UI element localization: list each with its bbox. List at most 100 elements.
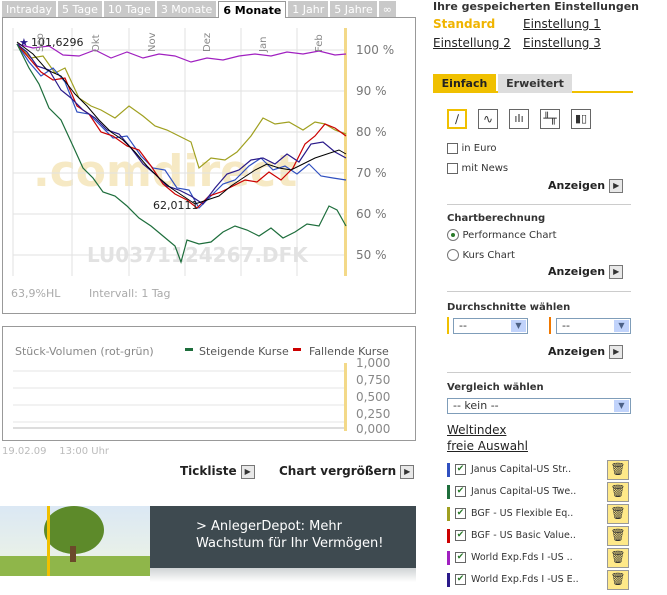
play-icon: ▶ bbox=[609, 265, 624, 279]
in-euro-option[interactable]: in Euro bbox=[447, 141, 496, 154]
trash-icon[interactable]: 🗑 bbox=[607, 548, 629, 568]
tree-trunk bbox=[70, 546, 76, 562]
month-label: Okt bbox=[91, 34, 102, 52]
month-label: Feb bbox=[314, 34, 325, 52]
performance-label: Performance Chart bbox=[462, 230, 557, 241]
y-tick-label: 80 % bbox=[356, 125, 387, 139]
volume-chart: Stück-Volumen (rot-grün) Steigende Kurse… bbox=[13, 345, 390, 436]
line-chart-icon[interactable]: ∕ bbox=[447, 109, 467, 129]
freie-auswahl-link[interactable]: freie Auswahl bbox=[447, 439, 528, 453]
month-label: Nov bbox=[147, 32, 158, 52]
chart-enlarge-label: Chart vergrößern bbox=[279, 464, 397, 478]
mode-tabs: Einfach Erweitert bbox=[433, 74, 633, 93]
series-checkbox[interactable]: ✔ bbox=[455, 574, 466, 585]
volume-tick-label: 0,000 bbox=[356, 422, 390, 436]
radio-icon[interactable] bbox=[447, 249, 459, 261]
performance-chart-option[interactable]: Performance Chart bbox=[447, 228, 557, 241]
comparison-item: ✔ Janus Capital-US Str.. 🗑 bbox=[447, 459, 633, 481]
anzeigen-button-3[interactable]: Anzeigen ▶ bbox=[548, 345, 624, 359]
average-1-select[interactable]: -- ▼ bbox=[453, 318, 528, 334]
month-label: Dez bbox=[202, 33, 213, 52]
volume-end-marker bbox=[344, 363, 347, 431]
tickliste-label: Tickliste bbox=[180, 464, 237, 478]
kurs-chart-option[interactable]: Kurs Chart bbox=[447, 248, 515, 261]
series-color-swatch bbox=[447, 507, 450, 521]
series-label: Janus Capital-US Str.. bbox=[471, 464, 572, 475]
average-1-value: -- bbox=[459, 319, 467, 332]
setting-standard[interactable]: Standard bbox=[433, 17, 495, 31]
series-label: Janus Capital-US Twe.. bbox=[471, 486, 577, 497]
ohlc-chart-icon[interactable]: ╨╥ bbox=[540, 109, 560, 129]
anzeigen-button-1[interactable]: Anzeigen ▶ bbox=[548, 179, 624, 193]
tab-5[interactable]: 1 Jahr bbox=[288, 1, 329, 17]
tab-2[interactable]: 10 Tage bbox=[103, 1, 155, 17]
play-icon: ▶ bbox=[240, 465, 255, 479]
settings-panel: Ihre gespeicherten Einstellungen Standar… bbox=[433, 0, 663, 53]
volume-tick-label: 0,250 bbox=[356, 407, 390, 421]
setting-2-link[interactable]: Einstellung 2 bbox=[433, 36, 511, 50]
average-1-swatch bbox=[447, 317, 449, 334]
tab-1[interactable]: 5 Tage bbox=[58, 1, 102, 17]
series-color-swatch bbox=[447, 485, 450, 499]
radio-selected-icon[interactable] bbox=[447, 229, 459, 241]
banner-reflection bbox=[150, 568, 416, 582]
vergleich-select[interactable]: -- kein -- ▼ bbox=[447, 398, 631, 414]
trash-icon[interactable]: 🗑 bbox=[607, 526, 629, 546]
trash-icon[interactable]: 🗑 bbox=[607, 504, 629, 524]
hl-label: 63,9%HL bbox=[11, 287, 61, 300]
trash-icon[interactable]: 🗑 bbox=[607, 482, 629, 502]
comparison-item: ✔ World Exp.Fds I -US E.. 🗑 bbox=[447, 569, 633, 591]
tab-0[interactable]: Intraday bbox=[2, 1, 57, 17]
tab-einfach[interactable]: Einfach bbox=[433, 74, 496, 93]
anlegerdepot-banner[interactable]: > AnlegerDepot: Mehr Wachstum für Ihr Ve… bbox=[0, 506, 416, 586]
chartberechnung-title: Chartberechnung bbox=[447, 213, 546, 224]
tab-erweitert[interactable]: Erweitert bbox=[498, 74, 572, 93]
setting-1-link[interactable]: Einstellung 1 bbox=[523, 17, 601, 31]
price-chart: .comdirect LU0371124267.DFK ★ 101,6296 6… bbox=[11, 28, 394, 300]
vergleich-title: Vergleich wählen bbox=[447, 382, 544, 393]
tab-4[interactable]: 6 Monate bbox=[218, 1, 287, 18]
average-2-select[interactable]: -- ▼ bbox=[556, 318, 631, 334]
anzeigen-button-2[interactable]: Anzeigen ▶ bbox=[548, 265, 624, 279]
series-checkbox[interactable]: ✔ bbox=[455, 552, 466, 563]
series-checkbox[interactable]: ✔ bbox=[455, 508, 466, 519]
volume-tick-label: 0,500 bbox=[356, 390, 390, 404]
mit-news-option[interactable]: mit News bbox=[447, 161, 508, 174]
trash-icon[interactable]: 🗑 bbox=[607, 460, 629, 480]
tickliste-button[interactable]: Tickliste ▶ bbox=[180, 464, 255, 479]
line-dots-chart-icon[interactable]: ∿ bbox=[478, 109, 498, 129]
tab-7[interactable]: ∞ bbox=[378, 1, 396, 17]
weltindex-link[interactable]: Weltindex bbox=[447, 423, 506, 437]
trash-icon[interactable]: 🗑 bbox=[607, 570, 629, 590]
y-tick-label: 60 % bbox=[356, 207, 387, 221]
series-checkbox[interactable]: ✔ bbox=[455, 486, 466, 497]
tab-3[interactable]: 3 Monate bbox=[156, 1, 217, 17]
comparison-list: ✔ Janus Capital-US Str.. 🗑 ✔ Janus Capital-U… bbox=[447, 459, 633, 591]
comparison-item: ✔ Janus Capital-US Twe.. 🗑 bbox=[447, 481, 633, 503]
series-checkbox[interactable]: ✔ bbox=[455, 530, 466, 541]
in-euro-label: in Euro bbox=[461, 143, 497, 154]
setting-3-link[interactable]: Einstellung 3 bbox=[523, 36, 601, 50]
candlestick-chart-icon[interactable]: ▮▯ bbox=[571, 109, 591, 129]
series-label: BGF - US Flexible Eq.. bbox=[471, 508, 574, 519]
chevron-down-icon: ▼ bbox=[614, 320, 629, 332]
y-tick-label: 100 % bbox=[356, 43, 394, 57]
legend-up-swatch bbox=[185, 348, 193, 351]
durchschnitte-title: Durchschnitte wählen bbox=[447, 302, 571, 313]
bar-chart-icon[interactable]: ıIı bbox=[509, 109, 529, 129]
banner-image bbox=[0, 506, 150, 576]
in-euro-checkbox[interactable] bbox=[447, 142, 458, 154]
time-text: 13:00 Uhr bbox=[59, 446, 110, 457]
play-icon: ▶ bbox=[609, 179, 624, 193]
chart-enlarge-button[interactable]: Chart vergrößern ▶ bbox=[279, 464, 415, 479]
series-checkbox[interactable]: ✔ bbox=[455, 464, 466, 475]
mit-news-checkbox[interactable] bbox=[447, 162, 458, 174]
volume-panel: Stück-Volumen (rot-grün) Steigende Kurse… bbox=[2, 326, 416, 441]
max-marker: ★ bbox=[19, 36, 29, 49]
average-2-value: -- bbox=[562, 319, 570, 332]
date-text: 19.02.09 bbox=[2, 446, 47, 457]
tab-6[interactable]: 5 Jahre bbox=[330, 1, 377, 17]
anzeigen-label: Anzeigen bbox=[548, 345, 606, 358]
series-color-swatch bbox=[447, 551, 450, 565]
banner-line2: Wachstum für Ihr Vermögen! bbox=[196, 536, 384, 551]
